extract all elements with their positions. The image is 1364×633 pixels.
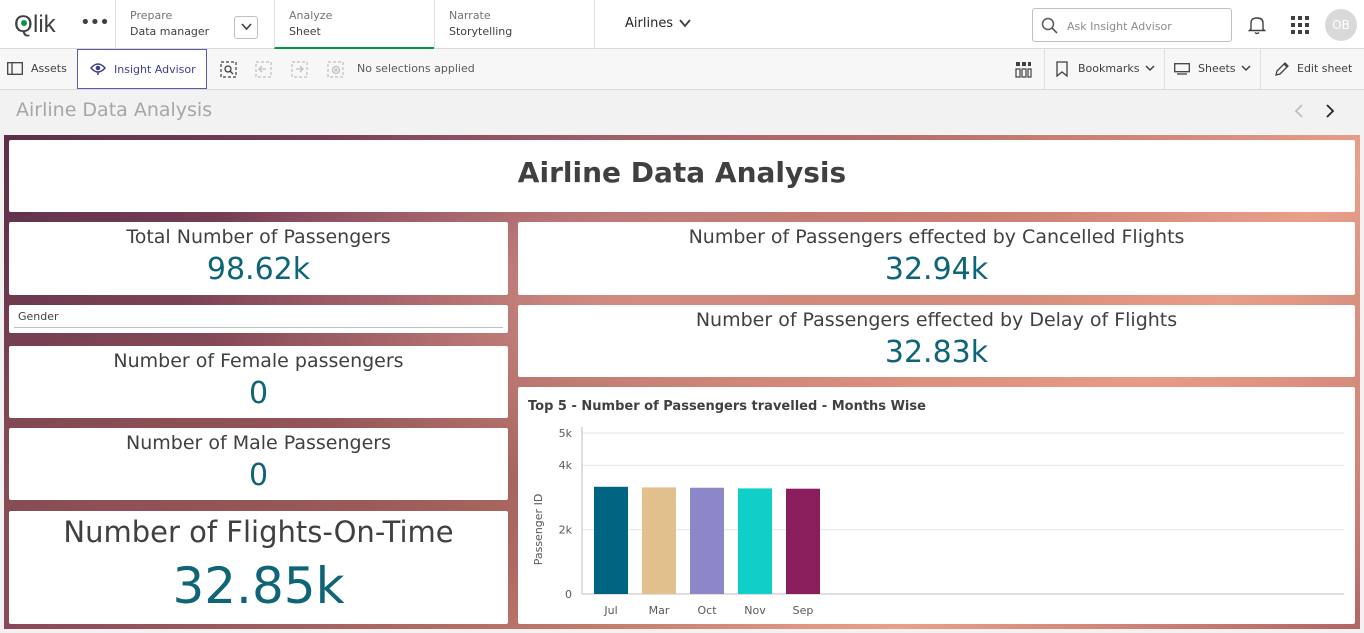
gender-filter-label: Gender (18, 310, 59, 323)
assets-label: Assets (31, 62, 67, 75)
kpi-value: 32.85k (172, 557, 345, 615)
kpi-value: 32.94k (884, 252, 989, 287)
dashboard-title-card[interactable]: Airline Data Analysis (9, 140, 1355, 212)
sheets-button[interactable]: Sheets (1164, 49, 1260, 89)
nav-narrate-label: Narrate (449, 9, 491, 22)
search-icon (1041, 17, 1058, 34)
qlik-logo[interactable]: Q lik (14, 10, 70, 38)
sheets-label: Sheets (1198, 62, 1236, 75)
insight-advisor-icon (90, 63, 106, 75)
sheet-toolbar: Assets Insight Advisor No selections app… (0, 49, 1364, 90)
previous-sheet-icon[interactable] (1294, 103, 1304, 119)
kpi-label: Number of Female passengers (113, 350, 404, 372)
kpi-male-passengers[interactable]: Number of Male Passengers 0 (9, 428, 508, 500)
pencil-icon (1275, 62, 1289, 76)
search-input[interactable] (1067, 17, 1227, 35)
bar-chart-card[interactable]: Top 5 - Number of Passengers travelled -… (518, 387, 1355, 624)
y-tick-label: 4k (559, 459, 573, 472)
nav-analyze-label: Analyze (289, 9, 333, 22)
x-tick-label: Oct (697, 604, 717, 617)
y-tick-label: 0 (565, 588, 572, 601)
chevron-down-icon (1145, 65, 1155, 72)
bookmarks-button[interactable]: Bookmarks (1044, 49, 1164, 89)
smart-search-icon[interactable] (220, 61, 237, 78)
clear-selections-icon[interactable] (327, 61, 344, 78)
insight-search-box[interactable] (1032, 8, 1232, 42)
nav-divider (594, 0, 595, 49)
kpi-delayed-flights[interactable]: Number of Passengers effected by Delay o… (518, 305, 1355, 377)
x-tick-label: Nov (744, 604, 766, 617)
top-navigation-bar: Q lik ••• Prepare Data manager Analyze S… (0, 0, 1364, 49)
kpi-total-passengers[interactable]: Total Number of Passengers 98.62k (9, 222, 508, 295)
kpi-flights-on-time[interactable]: Number of Flights-On-Time 32.85k (9, 511, 508, 624)
dashboard-title: Airline Data Analysis (517, 156, 847, 189)
x-tick-label: Sep (793, 604, 814, 617)
nav-prepare-value: Data manager (130, 25, 210, 38)
kpi-female-passengers[interactable]: Number of Female passengers 0 (9, 346, 508, 418)
user-avatar[interactable]: OB (1325, 9, 1357, 41)
x-tick-label: Mar (649, 604, 670, 617)
next-sheet-icon[interactable] (1325, 103, 1335, 119)
chevron-down-icon (241, 23, 252, 31)
notification-bell-icon[interactable] (1248, 15, 1266, 35)
sheet-canvas: Airline Data Analysis Total Number of Pa… (4, 135, 1360, 629)
bar-nov (738, 488, 772, 594)
kpi-label: Number of Passengers effected by Delay o… (695, 309, 1178, 331)
kpi-value: 0 (248, 458, 269, 493)
bar-jul (594, 486, 628, 594)
tab-narrate[interactable]: Narrate Storytelling (434, 0, 594, 49)
bookmarks-label: Bookmarks (1078, 62, 1140, 75)
gender-filter-pane[interactable]: Gender (9, 305, 508, 333)
nav-prepare-label: Prepare (130, 9, 173, 22)
kpi-label: Number of Male Passengers (126, 432, 391, 454)
bar-oct (690, 487, 724, 594)
sheet-header: Airline Data Analysis (0, 90, 1364, 134)
edit-sheet-button[interactable]: Edit sheet (1260, 49, 1364, 89)
panel-icon (7, 62, 23, 75)
nav-narrate-value: Storytelling (449, 25, 513, 38)
nav-prepare[interactable]: Prepare Data manager (115, 0, 274, 49)
edit-sheet-label: Edit sheet (1297, 62, 1353, 75)
x-tick-label: Jul (603, 604, 617, 617)
kpi-cancelled-flights[interactable]: Number of Passengers effected by Cancell… (518, 222, 1355, 295)
filter-divider (14, 327, 503, 328)
chevron-down-icon (1241, 65, 1251, 72)
y-axis-title: Passenger ID (532, 494, 545, 566)
y-tick-label: 2k (559, 524, 573, 537)
sheets-icon (1174, 63, 1190, 75)
kpi-value: 32.83k (884, 335, 989, 370)
y-tick-label: 5k (559, 427, 573, 440)
bar-sep (786, 488, 820, 594)
more-menu-icon[interactable]: ••• (80, 13, 110, 33)
kpi-label: Total Number of Passengers (126, 226, 391, 248)
step-back-icon[interactable] (255, 61, 272, 78)
bar-mar (642, 487, 676, 594)
kpi-label: Number of Passengers effected by Cancell… (688, 226, 1185, 248)
insight-advisor-label: Insight Advisor (114, 63, 196, 76)
prepare-dropdown-button[interactable] (234, 16, 258, 39)
app-name[interactable]: Airlines (625, 16, 673, 31)
apps-grid-icon[interactable] (1291, 16, 1309, 34)
nav-analyze-value: Sheet (289, 25, 321, 38)
selections-status: No selections applied (357, 62, 475, 75)
kpi-value: 98.62k (206, 252, 311, 287)
assets-button[interactable]: Assets (0, 49, 76, 89)
kpi-value: 0 (248, 376, 269, 411)
sheet-title: Airline Data Analysis (16, 99, 213, 121)
step-forward-icon[interactable] (291, 61, 308, 78)
insight-advisor-button[interactable]: Insight Advisor (77, 49, 207, 89)
tab-analyze[interactable]: Analyze Sheet (274, 0, 434, 49)
chevron-down-icon[interactable] (679, 19, 691, 28)
bookmark-icon (1056, 61, 1068, 77)
sheet-view-icon[interactable] (1015, 61, 1032, 78)
svg-text:lik: lik (33, 11, 57, 38)
kpi-label: Number of Flights-On-Time (63, 515, 454, 549)
bar-chart: 0 2k 4k 5k Passenger ID Jul Mar Oct Nov Sep (532, 427, 1344, 617)
